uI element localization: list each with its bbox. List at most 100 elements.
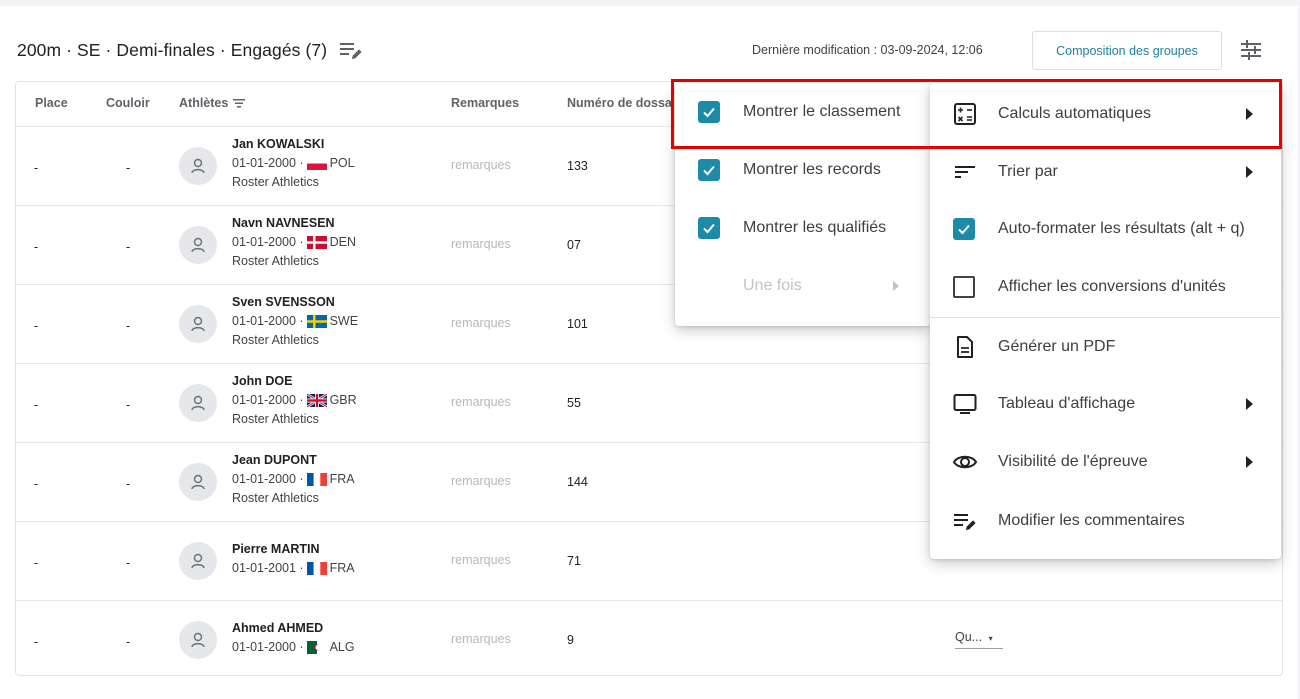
place-value: -	[34, 477, 39, 491]
athlete-club: Roster Athletics	[232, 333, 319, 347]
place-value: -	[34, 240, 39, 254]
athlete-meta: 01-01-2000 · GBR	[232, 393, 357, 407]
menu-item-show-ranking[interactable]: Montrer le classement	[675, 83, 931, 141]
checkbox-checked-icon[interactable]	[698, 101, 720, 123]
bib-value[interactable]: 133	[567, 159, 588, 173]
bib-value[interactable]: 9	[567, 633, 574, 647]
chevron-right-icon	[1246, 108, 1253, 120]
athlete-meta: 01-01-2000 · DEN	[232, 235, 356, 249]
avatar	[179, 147, 217, 185]
athlete-meta: 01-01-2000 · SWE	[232, 314, 358, 328]
menu-item-label: Trier par	[998, 163, 1058, 180]
menu-item-label: Modifier les commentaires	[998, 512, 1185, 529]
chevron-right-icon	[1246, 398, 1253, 410]
avatar	[179, 621, 217, 659]
athlete-meta: 01-01-2000 · POL	[232, 156, 355, 170]
column-header-athletes[interactable]: Athlètes	[179, 96, 246, 110]
person-icon	[191, 474, 205, 490]
person-icon	[191, 632, 205, 648]
page-title: 200m · SE · Demi-finales · Engagés (7)	[17, 40, 328, 60]
filter-icon[interactable]	[232, 97, 246, 109]
flag-france-icon	[306, 472, 327, 486]
person-icon	[191, 553, 205, 569]
menu-item-auto-calculations[interactable]: Calculs automatiques	[930, 85, 1281, 143]
remarks-input[interactable]: remarques	[451, 237, 511, 251]
athlete-name[interactable]: Jan KOWALSKI	[232, 137, 324, 151]
checkbox-checked-icon[interactable]	[698, 159, 720, 181]
remarks-input[interactable]: remarques	[451, 474, 511, 488]
person-icon	[191, 237, 205, 253]
checkbox-checked-icon[interactable]	[698, 217, 720, 239]
remarks-input[interactable]: remarques	[451, 316, 511, 330]
person-icon	[191, 395, 205, 411]
flag-france-icon	[306, 561, 327, 575]
table-row[interactable]: - - Ahmed AHMED 01-01-2000 · ALG remarqu…	[16, 600, 1282, 675]
checkbox-unchecked-icon[interactable]	[953, 276, 975, 298]
menu-item-auto-format[interactable]: Auto-formater les résultats (alt + q)	[930, 200, 1281, 258]
athlete-name[interactable]: Sven SVENSSON	[232, 295, 335, 309]
athlete-name[interactable]: John DOE	[232, 374, 292, 388]
lane-value: -	[126, 319, 131, 333]
menu-item-sort-by[interactable]: Trier par	[930, 143, 1281, 201]
column-header-place[interactable]: Place	[35, 96, 68, 110]
athlete-club: Roster Athletics	[232, 412, 319, 426]
bib-value[interactable]: 71	[567, 554, 581, 568]
athlete-name[interactable]: Navn NAVNESEN	[232, 216, 335, 230]
monitor-icon	[953, 394, 977, 414]
column-header-bib[interactable]: Numéro de dossa	[567, 96, 672, 110]
avatar	[179, 463, 217, 501]
menu-item-label: Montrer les records	[743, 161, 881, 178]
chevron-right-icon	[1246, 166, 1253, 178]
lane-value: -	[126, 398, 131, 412]
avatar	[179, 384, 217, 422]
athlete-country: ALG	[329, 640, 355, 654]
athlete-dob: 01-01-2000 ·	[232, 314, 304, 328]
menu-item-generate-pdf[interactable]: Générer un PDF	[930, 318, 1281, 376]
compose-groups-button[interactable]: Composition des groupes	[1032, 31, 1222, 70]
athlete-meta: 01-01-2000 · ALG	[232, 640, 355, 654]
last-modified-text: Dernière modification : 03-09-2024, 12:0…	[752, 43, 983, 57]
athlete-dob: 01-01-2000 ·	[232, 235, 304, 249]
menu-item-label: Montrer les qualifiés	[743, 219, 887, 236]
menu-item-label: Montrer le classement	[743, 103, 901, 120]
person-icon	[191, 158, 205, 174]
edit-comments-icon[interactable]	[338, 38, 364, 62]
checkbox-checked-icon[interactable]	[953, 218, 975, 240]
place-value: -	[34, 398, 39, 412]
menu-item-label: Tableau d'affichage	[998, 395, 1136, 412]
person-icon	[191, 316, 205, 332]
bib-value[interactable]: 07	[567, 238, 581, 252]
qualification-select[interactable]: Qu... ▾	[955, 630, 1003, 649]
menu-item-show-records[interactable]: Montrer les records	[675, 141, 931, 199]
lane-value: -	[126, 556, 131, 570]
menu-item-label: Auto-formater les résultats (alt + q)	[998, 220, 1245, 237]
flag-uk-icon	[306, 393, 327, 407]
remarks-input[interactable]: remarques	[451, 395, 511, 409]
menu-item-event-visibility[interactable]: Visibilité de l'épreuve	[930, 433, 1281, 491]
column-header-remarks[interactable]: Remarques	[451, 96, 519, 110]
bib-value[interactable]: 144	[567, 475, 588, 489]
place-value: -	[34, 161, 39, 175]
remarks-input[interactable]: remarques	[451, 553, 511, 567]
column-header-lane[interactable]: Couloir	[106, 96, 150, 110]
lane-value: -	[126, 240, 131, 254]
athlete-name[interactable]: Jean DUPONT	[232, 453, 317, 467]
menu-item-display-board[interactable]: Tableau d'affichage	[930, 375, 1281, 433]
menu-item-edit-comments[interactable]: Modifier les commentaires	[930, 492, 1281, 550]
menu-item-unit-conversions[interactable]: Afficher les conversions d'unités	[930, 258, 1281, 316]
calculator-icon	[954, 103, 976, 125]
remarks-input[interactable]: remarques	[451, 158, 511, 172]
menu-item-show-qualified[interactable]: Montrer les qualifiés	[675, 199, 931, 257]
tune-settings-icon[interactable]	[1238, 37, 1264, 63]
chevron-right-icon	[1246, 456, 1253, 468]
bib-value[interactable]: 55	[567, 396, 581, 410]
place-value: -	[34, 635, 39, 649]
athlete-name[interactable]: Ahmed AHMED	[232, 621, 323, 635]
remarks-input[interactable]: remarques	[451, 632, 511, 646]
athlete-name[interactable]: Pierre MARTIN	[232, 542, 320, 556]
flag-sweden-icon	[306, 314, 327, 328]
auto-calc-submenu: Montrer le classement Montrer les record…	[675, 83, 931, 326]
lane-value: -	[126, 477, 131, 491]
menu-item-label: Une fois	[743, 277, 802, 294]
bib-value[interactable]: 101	[567, 317, 588, 331]
